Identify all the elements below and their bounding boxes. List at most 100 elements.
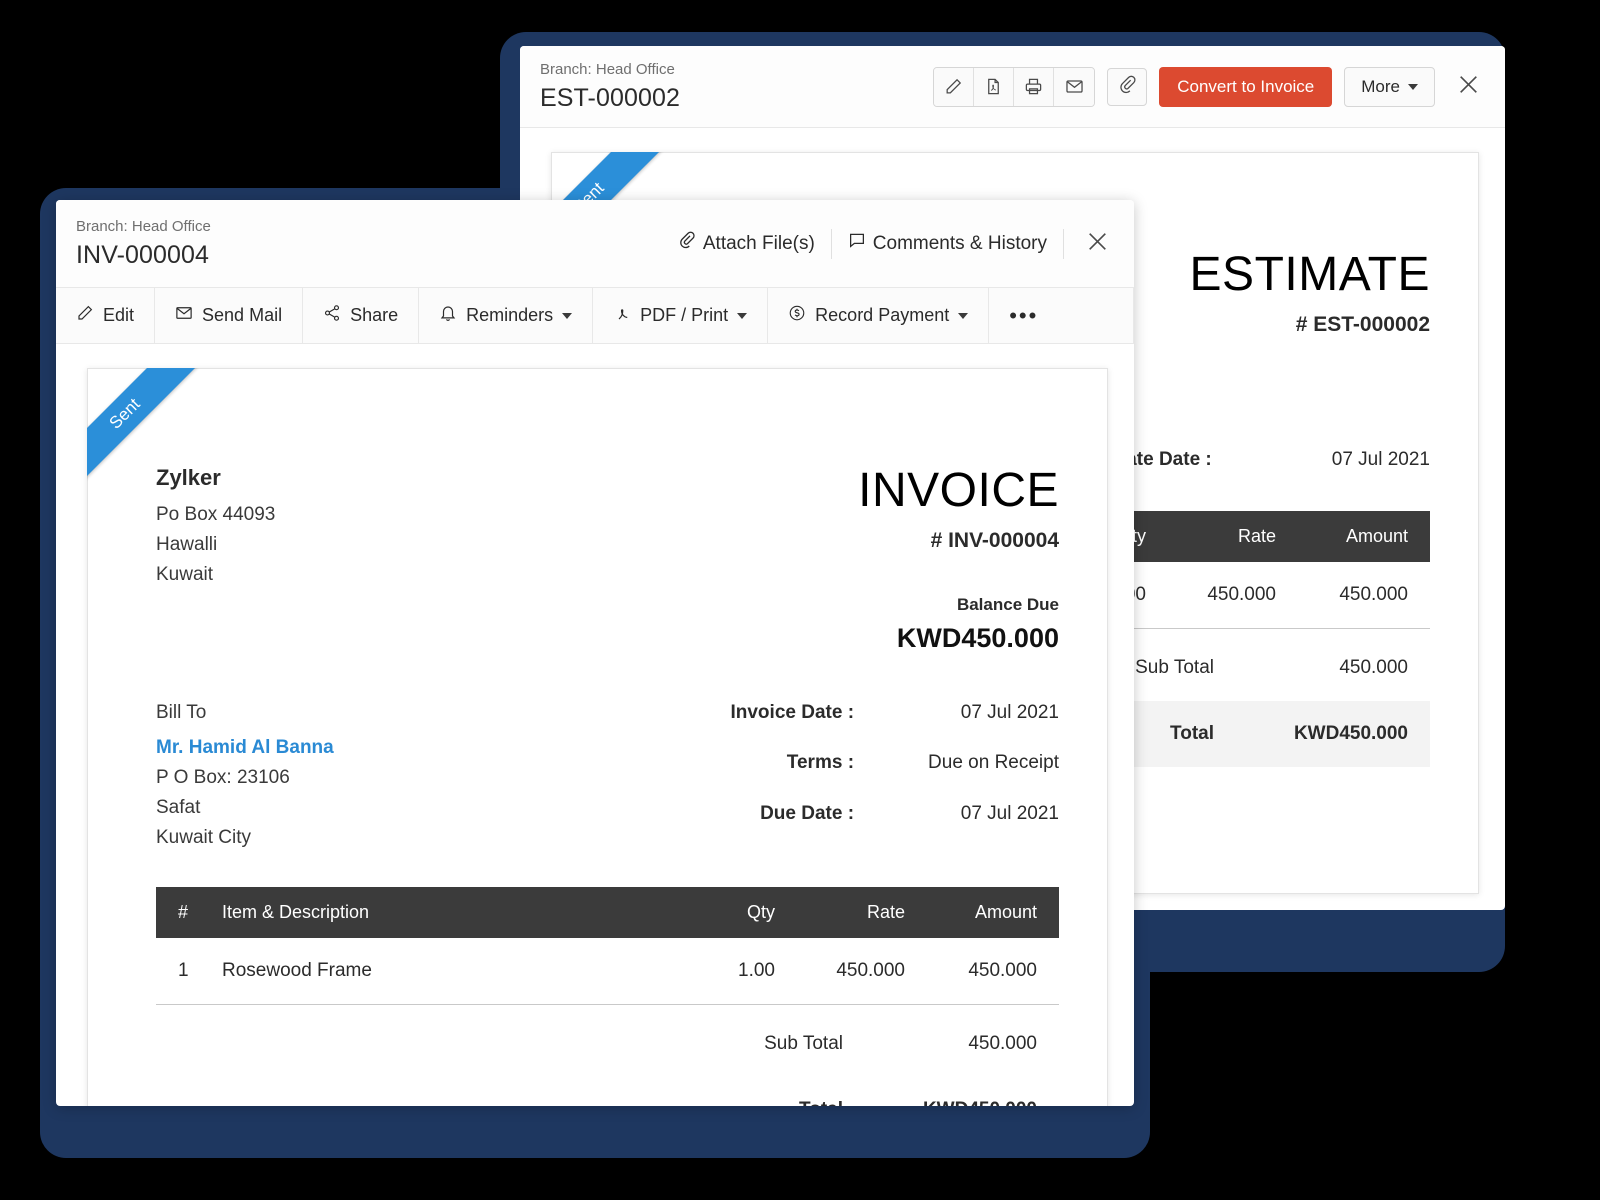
print-icon	[1024, 77, 1043, 96]
estimate-close-button[interactable]	[1451, 70, 1485, 104]
share-icon	[323, 304, 341, 327]
invoice-doc-number: INV-000004	[76, 240, 211, 270]
bill-to-block: Bill To Mr. Hamid Al Banna P O Box: 2310…	[156, 702, 334, 853]
toolbar-item-edit-label: Edit	[103, 305, 134, 326]
bill-to-label: Bill To	[156, 702, 334, 724]
dollar-circle-icon	[788, 304, 806, 327]
invoice-subtotal-value: 450.000	[889, 1011, 1059, 1077]
estimate-date-value: 07 Jul 2021	[1212, 449, 1430, 471]
convert-to-invoice-button[interactable]: Convert to Invoice	[1159, 67, 1332, 107]
comments-history-label: Comments & History	[873, 232, 1047, 256]
print-icon-button[interactable]	[1014, 68, 1054, 106]
bill-to-address-line: Safat	[156, 793, 334, 823]
organization-block: Zylker Po Box 44093 Hawalli Kuwait	[156, 465, 275, 654]
invoice-meta-row: Terms : Due on Receipt	[730, 752, 1059, 802]
close-icon	[1085, 229, 1110, 259]
invoice-subtotal-label: Sub Total	[619, 1011, 889, 1077]
invoice-document-middle: Bill To Mr. Hamid Al Banna P O Box: 2310…	[156, 702, 1059, 853]
estimate-doc-number: EST-000002	[540, 83, 680, 113]
bill-to-address-line: Kuwait City	[156, 823, 334, 853]
envelope-icon	[175, 304, 193, 327]
invoice-meta-row: Due Date : 07 Jul 2021	[730, 803, 1059, 853]
estimate-title-block: Branch: Head Office EST-000002	[540, 60, 680, 113]
estimate-col-rate: Rate	[1160, 511, 1290, 562]
invoice-total-value: KWD450.000	[889, 1077, 1059, 1106]
pencil-icon	[944, 77, 963, 96]
paperclip-icon	[1118, 75, 1137, 99]
comment-icon	[848, 231, 866, 256]
pencil-icon	[76, 304, 94, 327]
invoice-row-rate: 450.000	[789, 938, 919, 1005]
invoice-subtotal-row: Sub Total 450.000	[619, 1011, 1059, 1077]
envelope-icon	[1065, 77, 1084, 96]
toolbar-item-reminders-label: Reminders	[466, 305, 553, 326]
organization-address-line: Kuwait	[156, 560, 275, 590]
estimate-branch-label: Branch: Head Office	[540, 60, 680, 80]
invoice-total-row: Total KWD450.000	[619, 1077, 1059, 1106]
invoice-meta-row: Invoice Date : 07 Jul 2021	[730, 702, 1059, 752]
invoice-total-label: Total	[619, 1077, 889, 1106]
toolbar-item-record-payment[interactable]: Record Payment	[768, 288, 989, 343]
toolbar-item-reminders[interactable]: Reminders	[419, 288, 593, 343]
invoice-header: Branch: Head Office INV-000004 Attach Fi…	[56, 200, 1134, 288]
bell-icon	[439, 304, 457, 327]
screenshot-stage: Branch: Head Office EST-000002	[0, 0, 1600, 1200]
estimate-row-rate: 450.000	[1160, 562, 1290, 629]
attach-files-label: Attach File(s)	[703, 232, 815, 256]
invoice-title-block: Branch: Head Office INV-000004	[76, 217, 211, 270]
invoice-items-table: # Item & Description Qty Rate Amount 1 R…	[156, 887, 1059, 1005]
invoice-row-index: 1	[156, 938, 208, 1005]
toolbar-item-edit[interactable]: Edit	[56, 288, 155, 343]
close-icon	[1456, 72, 1481, 102]
toolbar-item-send-mail-label: Send Mail	[202, 305, 282, 326]
invoice-items-header-row: # Item & Description Qty Rate Amount	[156, 887, 1059, 938]
pdf-icon	[984, 77, 1003, 96]
invoice-totals-table: Sub Total 450.000 Total KWD450.000 Balan…	[619, 1011, 1059, 1106]
invoice-balance-due-value: KWD450.000	[858, 623, 1059, 654]
comments-history-button[interactable]: Comments & History	[832, 231, 1063, 256]
email-icon-button[interactable]	[1054, 68, 1094, 106]
invoice-col-amount: Amount	[919, 887, 1059, 938]
invoice-items-head: # Item & Description Qty Rate Amount	[156, 887, 1059, 938]
toolbar-item-share[interactable]: Share	[303, 288, 419, 343]
estimate-row-amount: 450.000	[1290, 562, 1430, 629]
toolbar-item-share-label: Share	[350, 305, 398, 326]
invoice-col-rate: Rate	[789, 887, 919, 938]
invoice-col-index: #	[156, 887, 208, 938]
more-button[interactable]: More	[1344, 67, 1435, 107]
estimate-total-value: KWD450.000	[1260, 701, 1430, 767]
estimate-header: Branch: Head Office EST-000002	[520, 46, 1505, 128]
toolbar-item-pdf-print[interactable]: PDF / Print	[593, 288, 768, 343]
estimate-subtotal-value: 450.000	[1260, 635, 1430, 701]
invoice-due-date-value: 07 Jul 2021	[854, 803, 1059, 853]
estimate-header-actions: Convert to Invoice More	[933, 67, 1485, 107]
invoice-close-button[interactable]	[1080, 227, 1114, 261]
ellipsis-icon: •••	[1009, 303, 1038, 329]
toolbar-item-send-mail[interactable]: Send Mail	[155, 288, 303, 343]
attach-files-button[interactable]: Attach File(s)	[662, 231, 831, 256]
invoice-document-body: Zylker Po Box 44093 Hawalli Kuwait INVOI…	[88, 369, 1107, 1106]
pdf-icon-button[interactable]	[974, 68, 1014, 106]
invoice-title-summary: INVOICE # INV-000004 Balance Due KWD450.…	[858, 465, 1059, 654]
attach-icon-button[interactable]	[1107, 68, 1147, 106]
invoice-document-title: INVOICE	[858, 465, 1059, 517]
toolbar-filler	[1058, 288, 1134, 343]
chevron-down-icon	[737, 313, 747, 319]
invoice-document-number: # INV-000004	[858, 529, 1059, 553]
invoice-col-description: Item & Description	[208, 887, 679, 938]
edit-icon-button[interactable]	[934, 68, 974, 106]
invoice-totals-block: Sub Total 450.000 Total KWD450.000 Balan…	[156, 1011, 1059, 1106]
invoice-col-qty: Qty	[679, 887, 789, 938]
bill-to-address-line: P O Box: 23106	[156, 763, 334, 793]
invoice-balance-due-label: Balance Due	[858, 595, 1059, 615]
toolbar-more-button[interactable]: •••	[989, 288, 1058, 343]
pdf-icon	[613, 304, 631, 327]
bill-to-customer-link[interactable]: Mr. Hamid Al Banna	[156, 737, 334, 759]
more-button-label: More	[1361, 77, 1400, 97]
estimate-col-amount: Amount	[1290, 511, 1430, 562]
invoice-action-toolbar: Edit Send Mail Share	[56, 288, 1134, 344]
invoice-row-qty: 1.00	[679, 938, 789, 1005]
invoice-date-value: 07 Jul 2021	[854, 702, 1059, 752]
invoice-document-top: Zylker Po Box 44093 Hawalli Kuwait INVOI…	[156, 465, 1059, 654]
invoice-row-amount: 450.000	[919, 938, 1059, 1005]
